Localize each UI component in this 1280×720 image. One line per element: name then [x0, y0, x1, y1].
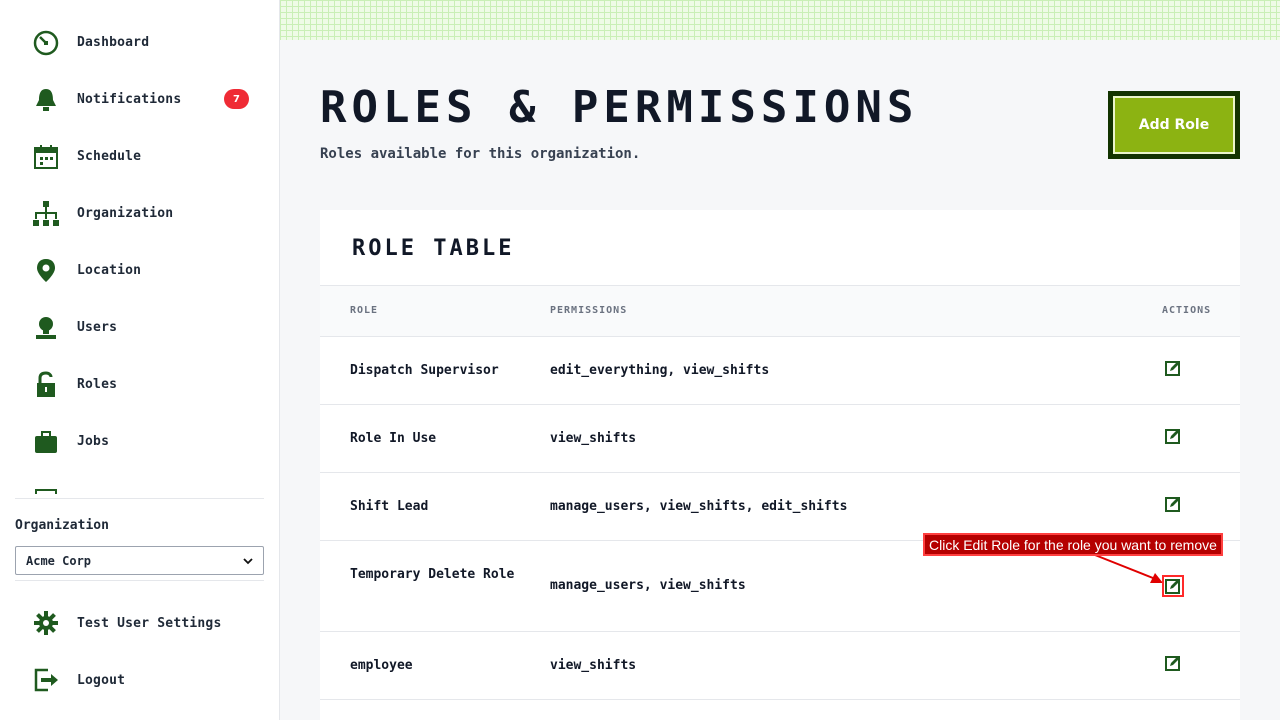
table-row: employee view_shifts — [320, 632, 1240, 700]
sidebar: Dashboard Notifications 7 Schedule Organ… — [0, 0, 280, 720]
edit-icon — [1165, 361, 1180, 376]
table-row: Dispatch Supervisor edit_everything, vie… — [320, 337, 1240, 405]
edit-icon — [1165, 497, 1180, 512]
column-header-role: ROLE — [350, 305, 379, 316]
sidebar-item-label: Dashboard — [77, 35, 150, 50]
role-permissions: edit_everything, view_shifts — [550, 363, 770, 378]
logout-label: Logout — [77, 672, 126, 688]
calendar-icon — [30, 141, 62, 173]
organization-select[interactable]: Acme Corp — [15, 546, 264, 575]
page-title: ROLES & PERMISSIONS — [320, 82, 919, 133]
role-table-card: ROLE TABLE ROLE PERMISSIONS ACTIONS Disp… — [320, 210, 1240, 720]
briefcase-icon — [30, 426, 62, 458]
sidebar-item-label: Organization — [77, 206, 174, 221]
sidebar-item-more[interactable] — [0, 470, 280, 494]
add-role-button-label: Add Role — [1113, 96, 1235, 154]
edit-role-button[interactable] — [1162, 493, 1184, 515]
bell-icon — [30, 84, 62, 116]
map-pin-icon — [30, 255, 62, 287]
sidebar-item-label: Users — [77, 320, 118, 335]
role-permissions: manage_users, view_shifts — [550, 578, 746, 593]
role-name: Temporary Delete Role — [350, 567, 515, 582]
sidebar-item-organization[interactable]: Organization — [0, 185, 280, 242]
edit-role-button[interactable] — [1162, 425, 1184, 447]
logout-link[interactable]: Logout — [0, 660, 280, 700]
sidebar-item-notifications[interactable]: Notifications 7 — [0, 71, 280, 128]
table-row: Shift Lead manage_users, view_shifts, ed… — [320, 473, 1240, 541]
edit-icon — [1165, 656, 1180, 671]
clipped-nav-icon — [30, 483, 62, 494]
column-header-actions: ACTIONS — [1162, 305, 1212, 316]
add-role-button[interactable]: Add Role — [1108, 91, 1240, 159]
sidebar-item-location[interactable]: Location — [0, 242, 280, 299]
organization-label: Organization — [15, 518, 109, 533]
sidebar-item-label: Roles — [77, 377, 118, 392]
gear-icon — [30, 607, 62, 639]
annotation-highlight-box — [1162, 575, 1184, 597]
org-chart-icon — [30, 198, 62, 230]
edit-role-button[interactable] — [1162, 652, 1184, 674]
role-permissions: view_shifts — [550, 431, 637, 446]
role-name: Dispatch Supervisor — [350, 363, 499, 378]
sidebar-item-users[interactable]: Users — [0, 299, 280, 356]
chevron-down-icon — [243, 554, 253, 568]
sidebar-nav: Dashboard Notifications 7 Schedule Organ… — [0, 14, 280, 494]
sidebar-divider — [15, 580, 264, 581]
sidebar-divider — [15, 498, 264, 499]
sidebar-item-label: Notifications — [77, 92, 182, 107]
dashboard-gauge-icon — [30, 27, 62, 59]
settings-label: Test User Settings — [77, 615, 222, 631]
column-header-permissions: PERMISSIONS — [550, 305, 628, 316]
organization-select-value: Acme Corp — [26, 553, 92, 568]
role-name: Role In Use — [350, 431, 437, 446]
sidebar-item-jobs[interactable]: Jobs — [0, 413, 280, 470]
decorative-grid-banner — [280, 0, 1280, 40]
edit-role-button[interactable] — [1162, 357, 1184, 379]
user-icon — [30, 312, 62, 344]
edit-icon — [1165, 429, 1180, 444]
role-permissions: view_shifts — [550, 658, 637, 673]
settings-link[interactable]: Test User Settings — [0, 603, 280, 643]
role-permissions: manage_users, view_shifts, edit_shifts — [550, 499, 848, 514]
annotation-tooltip: Click Edit Role for the role you want to… — [923, 533, 1223, 556]
sidebar-item-label: Schedule — [77, 149, 142, 164]
table-header: ROLE PERMISSIONS ACTIONS — [320, 285, 1240, 337]
sidebar-item-schedule[interactable]: Schedule — [0, 128, 280, 185]
role-name: employee — [350, 658, 413, 673]
notification-count-badge: 7 — [224, 89, 249, 109]
sidebar-item-roles[interactable]: Roles — [0, 356, 280, 413]
role-name: Shift Lead — [350, 499, 429, 514]
sidebar-item-label: Jobs — [77, 434, 110, 449]
page-subtitle: Roles available for this organization. — [320, 146, 641, 162]
sidebar-item-dashboard[interactable]: Dashboard — [0, 14, 280, 71]
table-row: Role In Use view_shifts — [320, 405, 1240, 473]
table-title: ROLE TABLE — [352, 236, 515, 261]
logout-icon — [30, 664, 62, 696]
unlock-icon — [30, 369, 62, 401]
sidebar-item-label: Location — [77, 263, 142, 278]
